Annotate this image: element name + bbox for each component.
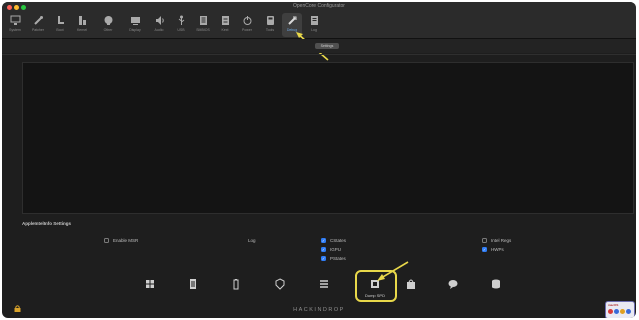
settings-button[interactable]: Settings — [315, 43, 339, 49]
list-button[interactable] — [313, 274, 335, 296]
tab-kext[interactable]: Kext — [215, 13, 235, 37]
log-output-area[interactable] — [22, 62, 634, 214]
grid-button[interactable] — [139, 274, 161, 296]
usb-icon — [176, 15, 187, 26]
app-window: OpenCore Configurator System Patcher Boo… — [2, 2, 636, 318]
clipboard-icon — [187, 278, 199, 290]
checkmark-icon: ✓ — [321, 256, 326, 261]
log-icon — [309, 15, 320, 26]
kernel-icon — [77, 15, 88, 26]
checkbox-unchecked-icon — [104, 238, 109, 243]
tab-boot[interactable]: Boot — [50, 13, 70, 37]
tab-tools[interactable]: Tools — [260, 13, 280, 37]
tab-power[interactable]: Power — [237, 13, 257, 37]
hwps-checkbox[interactable]: ✓ HWPs — [482, 247, 504, 252]
igpu-checkbox[interactable]: ✓ IGPU — [321, 247, 341, 252]
tools-icon — [265, 15, 276, 26]
boot-icon — [55, 15, 66, 26]
badge-dot-icon — [626, 309, 631, 314]
settings-section-title: AppleIntelInfo Settings — [22, 221, 71, 226]
tab-kernel[interactable]: Kernel — [72, 13, 92, 37]
list-icon — [318, 278, 330, 290]
chat-icon — [447, 278, 459, 290]
badge-dot-icon — [620, 309, 625, 314]
shield-icon — [274, 278, 286, 290]
tab-usb[interactable]: USB — [171, 13, 191, 37]
tab-smbios[interactable]: SMBIOS — [193, 13, 213, 37]
checkbox-unchecked-icon — [482, 238, 487, 243]
wrench-icon — [33, 15, 44, 26]
sub-toolbar: Settings — [2, 39, 636, 53]
checkmark-icon: ✓ — [482, 247, 487, 252]
macos-badge: macOS — [605, 301, 635, 318]
pstates-checkbox[interactable]: ✓ PStates — [321, 256, 346, 261]
tab-system[interactable]: System — [5, 13, 25, 37]
annotation-arrow-icon — [377, 261, 409, 281]
debug-icon — [287, 15, 298, 26]
chat-button[interactable] — [442, 274, 464, 296]
puzzle-icon — [103, 15, 114, 26]
monitor-icon — [10, 15, 21, 26]
checkmark-icon: ✓ — [321, 247, 326, 252]
badge-dot-icon — [608, 309, 613, 314]
display-icon — [130, 15, 141, 26]
kext-icon — [220, 15, 231, 26]
tab-patcher[interactable]: Patcher — [28, 13, 48, 37]
checkmark-icon: ✓ — [321, 238, 326, 243]
divider — [2, 54, 636, 55]
badge-dot-icon — [614, 309, 619, 314]
power-icon — [242, 15, 253, 26]
tab-other[interactable]: Other — [98, 13, 118, 37]
battery-icon — [230, 278, 242, 290]
grid-icon — [144, 278, 156, 290]
brand-footer: HACKINDROP — [293, 307, 345, 313]
tab-audio[interactable]: Audio — [149, 13, 169, 37]
tab-display[interactable]: Display — [125, 13, 145, 37]
intel-regs-checkbox[interactable]: Intel Regs — [482, 238, 511, 243]
cstates-checkbox[interactable]: ✓ CStates — [321, 238, 346, 243]
shield-button[interactable] — [269, 274, 291, 296]
database-button[interactable] — [485, 274, 507, 296]
battery-button[interactable] — [225, 274, 247, 296]
clipboard-button[interactable] — [182, 274, 204, 296]
enable-msr-checkbox[interactable]: Enable MSR — [104, 238, 138, 243]
database-icon — [490, 278, 502, 290]
window-title: OpenCore Configurator — [293, 3, 345, 9]
speaker-icon — [154, 15, 165, 26]
log-label: Log — [248, 238, 256, 243]
title-bar: OpenCore Configurator — [2, 2, 636, 12]
document-icon — [198, 15, 209, 26]
